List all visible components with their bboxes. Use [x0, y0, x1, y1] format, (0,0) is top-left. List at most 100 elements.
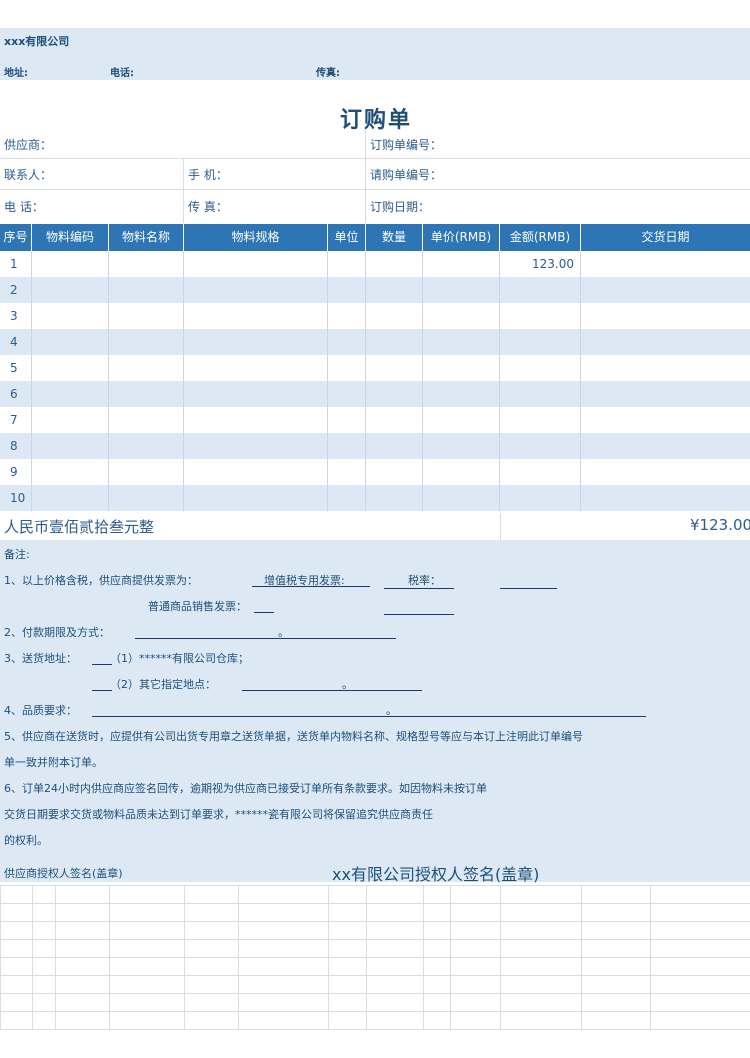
table-cell[interactable] [109, 277, 184, 303]
table-cell[interactable] [581, 459, 750, 485]
table-cell[interactable] [184, 381, 328, 407]
table-cell[interactable] [366, 407, 423, 433]
table-cell[interactable] [328, 329, 366, 355]
table-cell[interactable] [32, 433, 109, 459]
table-cell[interactable] [581, 381, 750, 407]
table-cell[interactable] [32, 381, 109, 407]
table-cell[interactable] [184, 303, 328, 329]
table-cell[interactable] [328, 303, 366, 329]
table-cell[interactable] [184, 329, 328, 355]
table-cell[interactable] [184, 407, 328, 433]
table-cell[interactable] [500, 355, 581, 381]
table-cell[interactable] [109, 381, 184, 407]
table-cell[interactable] [500, 459, 581, 485]
table-cell[interactable] [581, 251, 750, 277]
table-cell[interactable] [366, 459, 423, 485]
table-cell[interactable] [328, 407, 366, 433]
table-cell[interactable] [423, 277, 500, 303]
table-cell[interactable] [184, 251, 328, 277]
table-cell[interactable] [328, 433, 366, 459]
table-cell[interactable] [366, 381, 423, 407]
row-number: 3 [10, 309, 18, 323]
table-cell[interactable] [328, 251, 366, 277]
table-cell[interactable] [366, 355, 423, 381]
col-header-name: 物料名称 [109, 224, 184, 251]
table-cell[interactable] [366, 277, 423, 303]
po-date-label: 订购日期： [370, 200, 431, 214]
table-cell[interactable] [500, 381, 581, 407]
table-cell[interactable] [32, 251, 109, 277]
grid-hline [0, 903, 750, 904]
table-cell[interactable] [32, 407, 109, 433]
table-row: 9 [0, 459, 750, 485]
table-cell[interactable] [581, 277, 750, 303]
request-number-label: 请购单编号： [370, 168, 443, 182]
table-cell[interactable] [500, 329, 581, 355]
table-cell[interactable] [423, 485, 500, 511]
table-cell[interactable] [32, 459, 109, 485]
table-cell[interactable] [366, 485, 423, 511]
table-cell[interactable] [581, 329, 750, 355]
table-cell[interactable] [184, 459, 328, 485]
table-cell[interactable] [500, 407, 581, 433]
table-cell[interactable] [366, 303, 423, 329]
table-cell[interactable] [581, 303, 750, 329]
table-cell[interactable] [184, 355, 328, 381]
table-row: 5 [0, 355, 750, 381]
table-cell[interactable] [366, 433, 423, 459]
table-cell[interactable] [109, 485, 184, 511]
info-divider-2 [0, 189, 750, 190]
table-cell[interactable] [109, 355, 184, 381]
row-number: 10 [10, 491, 26, 505]
table-cell[interactable] [423, 329, 500, 355]
note-1-normal-underline [254, 612, 274, 613]
table-cell[interactable] [581, 433, 750, 459]
table-cell[interactable] [366, 251, 423, 277]
table-cell[interactable] [500, 303, 581, 329]
info-divider-1 [0, 158, 750, 159]
table-cell[interactable] [184, 433, 328, 459]
table-cell[interactable] [109, 407, 184, 433]
table-cell[interactable] [184, 277, 328, 303]
table-cell[interactable] [500, 277, 581, 303]
table-cell[interactable] [366, 329, 423, 355]
note-6b: 交货日期要求交货或物料品质未达到订单要求，******瓷有限公司将保留追究供应商… [4, 808, 433, 821]
table-cell[interactable] [32, 277, 109, 303]
table-cell[interactable] [109, 433, 184, 459]
table-cell[interactable] [32, 329, 109, 355]
table-row: 10 [0, 485, 750, 511]
table-cell[interactable] [328, 355, 366, 381]
col-header-code: 物料编码 [32, 224, 109, 251]
table-cell[interactable] [581, 485, 750, 511]
table-cell[interactable] [328, 459, 366, 485]
table-cell[interactable] [328, 381, 366, 407]
table-cell[interactable] [184, 485, 328, 511]
col-header-unit: 单位 [328, 224, 366, 251]
table-cell[interactable] [423, 433, 500, 459]
table-row: 4 [0, 329, 750, 355]
table-cell[interactable] [423, 459, 500, 485]
table-cell[interactable] [32, 303, 109, 329]
table-cell[interactable] [32, 485, 109, 511]
table-cell[interactable] [423, 407, 500, 433]
table-cell[interactable] [109, 303, 184, 329]
table-cell[interactable] [423, 355, 500, 381]
table-cell[interactable] [423, 303, 500, 329]
table-cell[interactable] [581, 407, 750, 433]
table-cell[interactable] [423, 251, 500, 277]
table-cell[interactable] [500, 485, 581, 511]
info-vline-2 [365, 130, 366, 223]
note-1-rate-underline [384, 588, 454, 589]
notes-title: 备注: [4, 548, 30, 561]
table-cell[interactable] [328, 277, 366, 303]
table-cell[interactable] [500, 433, 581, 459]
table-cell[interactable] [109, 329, 184, 355]
table-cell[interactable] [109, 251, 184, 277]
table-cell[interactable] [581, 355, 750, 381]
table-cell[interactable] [109, 459, 184, 485]
note-1-rate-value-underline [500, 588, 557, 589]
table-cell[interactable] [32, 355, 109, 381]
grid-hline [0, 921, 750, 922]
table-cell[interactable] [423, 381, 500, 407]
table-cell[interactable] [328, 485, 366, 511]
